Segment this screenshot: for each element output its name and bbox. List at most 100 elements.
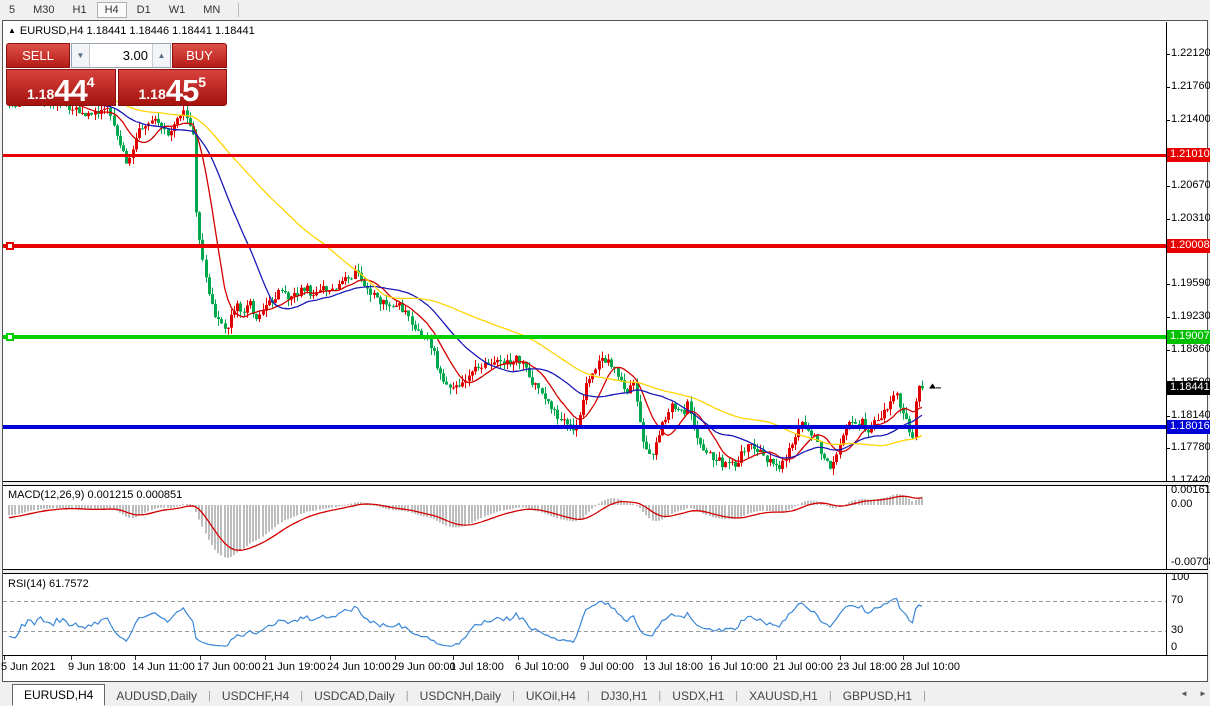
time-axis-tick [840, 656, 841, 660]
chart-tab-USDCAD-Daily[interactable]: USDCAD,Daily [303, 686, 406, 706]
rsi-label: RSI(14) 61.7572 [8, 578, 89, 590]
time-axis-label: 16 Jul 10:00 [708, 661, 768, 673]
chart-tab-bar: EURUSD,H4AUDUSD,Daily|USDCHF,H4|USDCAD,D… [0, 682, 1210, 706]
timeframe-toolbar: 5M30H1H4D1W1MN [0, 0, 1210, 20]
time-axis-tick [71, 656, 72, 660]
chart-title: ▲ EURUSD,H4 1.18441 1.18446 1.18441 1.184… [8, 25, 255, 37]
tab-scroll-left-icon[interactable]: ◄ [1180, 689, 1188, 698]
time-axis-label: 21 Jul 00:00 [773, 661, 833, 673]
volume-input[interactable] [90, 44, 152, 67]
toolbar-separator [238, 3, 239, 17]
chart-tab-DJ30-H1[interactable]: DJ30,H1 [590, 686, 659, 706]
chart-tab-GBPUSD-H1[interactable]: GBPUSD,H1 [832, 686, 923, 706]
chart-tab-USDCHF-H4[interactable]: USDCHF,H4 [211, 686, 300, 706]
price-axis-tick [1166, 416, 1170, 417]
time-axis-tick [518, 656, 519, 660]
sell-price-main: 44 [54, 76, 86, 105]
price-axis-label: 1.18860 [1171, 343, 1210, 355]
buy-button[interactable]: BUY [172, 43, 227, 68]
price-axis-tick [1166, 186, 1170, 187]
sell-price-sup: 4 [87, 75, 95, 89]
time-axis-label: 29 Jun 00:00 [392, 661, 456, 673]
price-badge-1.21010: 1.21010 [1167, 148, 1210, 162]
volume-spinner: ▼ ▲ [71, 43, 171, 68]
indicator-axis-label: 0.00 [1171, 498, 1192, 510]
price-axis-label: 1.19230 [1171, 310, 1210, 322]
price-axis-tick [1166, 87, 1170, 88]
buy-price-prefix: 1.18 [138, 83, 165, 105]
buy-price-sup: 5 [198, 75, 206, 89]
sell-price-prefix: 1.18 [27, 83, 54, 105]
time-axis-tick [395, 656, 396, 660]
timeframe-button-MN[interactable]: MN [195, 2, 228, 18]
timeframe-button-M30[interactable]: M30 [25, 2, 62, 18]
indicator-axis-label: 30 [1171, 624, 1183, 636]
time-axis-label: 13 Jul 18:00 [643, 661, 703, 673]
timeframe-button-W1[interactable]: W1 [161, 2, 194, 18]
price-axis-label: 1.17780 [1171, 441, 1210, 453]
price-axis-label: 1.20310 [1171, 212, 1210, 224]
chart-tab-XAUUSD-H1[interactable]: XAUUSD,H1 [738, 686, 829, 706]
volume-increase-button[interactable]: ▲ [152, 44, 170, 67]
chart-tab-USDCNH-Daily[interactable]: USDCNH,Daily [409, 686, 512, 706]
price-axis-label: 1.21400 [1171, 113, 1210, 125]
timeframe-button-5[interactable]: 5 [1, 2, 23, 18]
time-axis-tick [711, 656, 712, 660]
timeframe-button-H1[interactable]: H1 [65, 2, 95, 18]
time-axis-tick [330, 656, 331, 660]
time-axis-label: 1 Jul 18:00 [450, 661, 504, 673]
tab-separator: | [923, 686, 926, 706]
tab-scroll-right-icon[interactable]: ► [1199, 689, 1207, 698]
time-axis-tick [265, 656, 266, 660]
price-axis-label: 1.20670 [1171, 179, 1210, 191]
pane-splitter-rsi[interactable] [3, 569, 1208, 574]
time-axis-label: 9 Jun 18:00 [68, 661, 126, 673]
pane-splitter-macd[interactable] [3, 481, 1208, 486]
rsi-indicator-canvas[interactable] [3, 575, 1166, 655]
mt4-app-window: 5M30H1H4D1W1MN ▲EURUSD,H4 1.18441 1.1844… [0, 0, 1210, 706]
chart-title-text: EURUSD,H4 1.18441 1.18446 1.18441 1.1844… [20, 25, 255, 37]
price-badge-1.18016: 1.18016 [1167, 420, 1210, 434]
buy-price-main: 45 [166, 76, 198, 105]
time-axis-tick [776, 656, 777, 660]
time-axis-tick [135, 656, 136, 660]
price-axis-tick [1166, 317, 1170, 318]
time-axis-tick [903, 656, 904, 660]
time-axis-label: 23 Jul 18:00 [837, 661, 897, 673]
price-badge-1.20008: 1.20008 [1167, 239, 1210, 253]
chart-tab-USDX-H1[interactable]: USDX,H1 [661, 686, 735, 706]
price-axis-tick [1166, 350, 1170, 351]
time-axis-label: 6 Jul 10:00 [515, 661, 569, 673]
timeframe-button-H4[interactable]: H4 [97, 2, 127, 18]
time-axis-label: 9 Jul 00:00 [580, 661, 634, 673]
price-axis-tick [1166, 219, 1170, 220]
price-axis-tick [1166, 448, 1170, 449]
collapse-triangle-icon[interactable]: ▲ [8, 26, 16, 35]
price-axis-tick [1166, 284, 1170, 285]
macd-label: MACD(12,26,9) 0.001215 0.000851 [8, 489, 182, 501]
time-axis-label: 24 Jun 10:00 [327, 661, 391, 673]
volume-decrease-button[interactable]: ▼ [72, 44, 90, 67]
timeframe-button-D1[interactable]: D1 [129, 2, 159, 18]
time-axis-label: 21 Jun 19:00 [262, 661, 326, 673]
price-axis-tick [1166, 120, 1170, 121]
price-badge-1.19007: 1.19007 [1167, 330, 1210, 344]
time-axis-divider [3, 655, 1208, 656]
price-axis-label: 1.19590 [1171, 277, 1210, 289]
indicator-axis-label: 70 [1171, 594, 1183, 606]
time-axis-tick [583, 656, 584, 660]
chart-tab-UKOil-H4[interactable]: UKOil,H4 [515, 686, 587, 706]
chart-tab-EURUSD-H4[interactable]: EURUSD,H4 [12, 684, 105, 706]
one-click-trade-panel: SELL ▼ ▲ BUY 1.18444 1.18455 [6, 43, 227, 106]
sell-price-display[interactable]: 1.18444 [6, 69, 116, 106]
sell-button[interactable]: SELL [6, 43, 70, 68]
chart-tab-AUDUSD-Daily[interactable]: AUDUSD,Daily [105, 686, 208, 706]
time-axis-label: 14 Jun 11:00 [132, 661, 195, 673]
price-axis-tick [1166, 54, 1170, 55]
buy-price-display[interactable]: 1.18455 [118, 69, 228, 106]
time-axis-label: 17 Jun 00:00 [197, 661, 261, 673]
indicator-axis-label: -0.007088 [1171, 556, 1210, 568]
price-badge-1.18441: 1.18441 [1167, 381, 1210, 395]
time-axis-tick [200, 656, 201, 660]
time-axis-label: 5 Jun 2021 [1, 661, 55, 673]
